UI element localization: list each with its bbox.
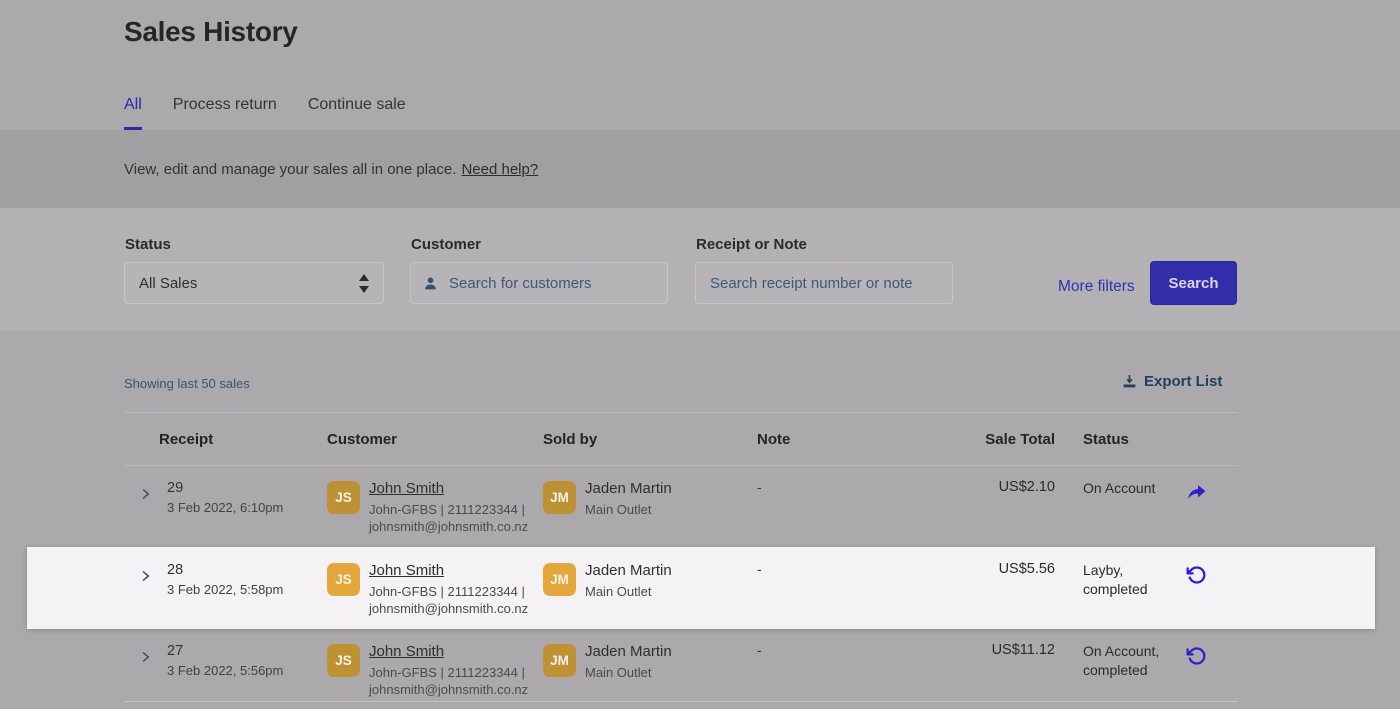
receipt-date: 3 Feb 2022, 5:58pm — [167, 581, 327, 598]
seller-name: Jaden Martin — [585, 642, 672, 661]
intro-banner: View, edit and manage your sales all in … — [0, 130, 1400, 208]
tab-bar: All Process return Continue sale — [124, 96, 406, 131]
receipt-filter-group: Receipt or Note — [695, 236, 953, 304]
sale-status: Layby, completed — [1063, 548, 1186, 629]
seller-outlet: Main Outlet — [585, 664, 672, 681]
return-arrow-icon[interactable] — [1186, 646, 1206, 666]
status-filter-group: Status All Sales — [124, 236, 384, 304]
receipt-number: 28 — [167, 561, 327, 579]
status-select-value: All Sales — [139, 275, 197, 292]
sale-status: On Account — [1063, 466, 1186, 547]
sale-total: US$11.12 — [955, 629, 1063, 701]
intro-text: View, edit and manage your sales all in … — [124, 161, 456, 178]
search-button[interactable]: Search — [1150, 261, 1237, 305]
receipt-search-input[interactable] — [708, 274, 940, 293]
export-list-label: Export List — [1144, 373, 1222, 390]
sale-note: - — [757, 548, 955, 629]
sales-history-page: Sales History All Process return Continu… — [0, 0, 1400, 709]
seller-avatar: JM — [543, 644, 576, 677]
customer-name-link[interactable]: John Smith — [369, 642, 539, 661]
tab-all[interactable]: All — [124, 96, 142, 131]
seller-avatar: JM — [543, 563, 576, 596]
need-help-link[interactable]: Need help? — [461, 161, 538, 178]
col-header-sale-total: Sale Total — [955, 431, 1063, 448]
tab-continue-sale[interactable]: Continue sale — [308, 96, 406, 131]
tab-process-return[interactable]: Process return — [173, 96, 277, 131]
col-header-receipt: Receipt — [159, 431, 327, 448]
seller-avatar: JM — [543, 481, 576, 514]
sale-total: US$5.56 — [955, 548, 1063, 629]
seller-name: Jaden Martin — [585, 561, 672, 580]
col-header-status: Status — [1063, 431, 1186, 448]
customer-filter-group: Customer — [410, 236, 668, 304]
chevron-right-icon[interactable] — [139, 650, 159, 669]
receipt-or-note-label: Receipt or Note — [696, 236, 953, 253]
customer-label: Customer — [411, 236, 668, 253]
sale-total: US$2.10 — [955, 466, 1063, 547]
receipt-number: 27 — [167, 642, 327, 660]
customer-avatar: JS — [327, 481, 360, 514]
return-arrow-icon[interactable] — [1186, 565, 1206, 585]
seller-name: Jaden Martin — [585, 479, 672, 498]
sale-note: - — [757, 466, 955, 547]
customer-details: John-GFBS | 2111223344 | johnsmith@johns… — [369, 501, 539, 535]
filter-panel: Status All Sales Customer Receipt or Not… — [0, 208, 1400, 330]
share-arrow-icon[interactable] — [1186, 483, 1207, 502]
customer-name-link[interactable]: John Smith — [369, 561, 539, 580]
sale-status: On Account, completed — [1063, 629, 1186, 701]
person-icon — [423, 276, 438, 291]
status-select[interactable]: All Sales — [124, 262, 384, 304]
sale-row-28[interactable]: 28 3 Feb 2022, 5:58pm JS John Smith John… — [124, 548, 1238, 629]
chevron-right-icon[interactable] — [139, 569, 159, 588]
chevron-right-icon[interactable] — [139, 487, 159, 506]
col-header-note: Note — [757, 431, 955, 448]
sale-row-29[interactable]: 29 3 Feb 2022, 6:10pm JS John Smith John… — [124, 466, 1238, 548]
results-summary: Showing last 50 sales — [124, 376, 250, 391]
page-title: Sales History — [124, 16, 298, 48]
customer-avatar: JS — [327, 563, 360, 596]
up-down-arrows-icon — [359, 274, 369, 293]
col-header-sold-by: Sold by — [543, 431, 757, 448]
customer-details: John-GFBS | 2111223344 | johnsmith@johns… — [369, 664, 539, 698]
col-header-customer: Customer — [327, 431, 543, 448]
table-header-row: Receipt Customer Sold by Note Sale Total… — [124, 412, 1238, 466]
seller-outlet: Main Outlet — [585, 501, 672, 518]
receipt-search-field — [695, 262, 953, 304]
export-list-button[interactable]: Export List — [1122, 373, 1222, 390]
status-label: Status — [125, 236, 384, 253]
download-icon — [1122, 374, 1137, 389]
customer-details: John-GFBS | 2111223344 | johnsmith@johns… — [369, 583, 539, 617]
customer-search-input[interactable] — [447, 274, 655, 293]
sale-note: - — [757, 629, 955, 701]
receipt-number: 29 — [167, 479, 327, 497]
sales-table: Receipt Customer Sold by Note Sale Total… — [124, 412, 1238, 702]
receipt-date: 3 Feb 2022, 6:10pm — [167, 499, 327, 516]
sale-row-27[interactable]: 27 3 Feb 2022, 5:56pm JS John Smith John… — [124, 629, 1238, 702]
seller-outlet: Main Outlet — [585, 583, 672, 600]
customer-search-field — [410, 262, 668, 304]
customer-name-link[interactable]: John Smith — [369, 479, 539, 498]
more-filters-link[interactable]: More filters — [1058, 278, 1135, 296]
customer-avatar: JS — [327, 644, 360, 677]
receipt-date: 3 Feb 2022, 5:56pm — [167, 662, 327, 679]
